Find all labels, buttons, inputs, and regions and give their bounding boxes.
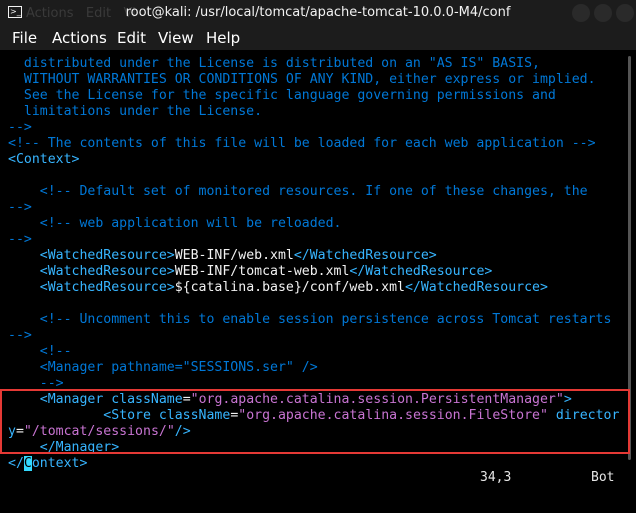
editor-line: --> — [8, 120, 32, 136]
code-token: <WatchedResource> — [8, 280, 175, 295]
code-token: "org.apache.catalina.session.PersistentM… — [190, 392, 564, 407]
code-token: </WatchedResource> — [293, 248, 437, 263]
code-token: <WatchedResource> — [8, 248, 175, 263]
editor-line: <!-- The contents of this file will be l… — [8, 136, 596, 152]
code-token: <WatchedResource> — [8, 264, 175, 279]
scrollbar[interactable] — [626, 52, 634, 464]
minimize-button[interactable] — [572, 4, 590, 22]
code-token: <Store — [8, 408, 159, 423]
editor-line: <WatchedResource>${catalina.base}/conf/w… — [8, 280, 548, 296]
window-title: root@kali: /usr/local/tomcat/apache-tomc… — [125, 5, 511, 20]
window-titlebar: >_ Actions Edit Vi root@kali: /usr/local… — [0, 0, 636, 26]
editor-line: limitations under the License. — [8, 104, 262, 120]
editor-line: --> — [8, 376, 64, 392]
code-token: className — [111, 392, 183, 407]
code-token: director — [547, 408, 620, 423]
code-token: </WatchedResource> — [404, 280, 548, 295]
code-token: "org.apache.catalina.session.FileStore" — [238, 408, 548, 423]
code-token: className — [158, 408, 231, 423]
menu-edit[interactable]: Edit — [117, 29, 146, 47]
code-token: <Manager — [8, 392, 112, 407]
maximize-button[interactable] — [594, 4, 612, 22]
editor-line: </Manager> — [8, 440, 119, 456]
code-token: = — [15, 424, 24, 439]
menu-view[interactable]: View — [158, 29, 194, 47]
editor-line: <!-- — [8, 344, 72, 360]
code-token: = — [182, 392, 191, 407]
editor-line: --> — [8, 328, 32, 344]
code-token: WEB-INF/web.xml — [174, 248, 294, 263]
code-token: <!-- Uncomment this to enable session pe… — [8, 312, 612, 327]
scrollbar-thumb[interactable] — [628, 56, 631, 460]
editor-line: WITHOUT WARRANTIES OR CONDITIONS OF ANY … — [8, 72, 596, 88]
code-token: > — [563, 392, 572, 407]
editor-line: --> — [8, 232, 32, 248]
code-token: --> — [8, 328, 32, 343]
cursor-position: 34,3 — [480, 470, 512, 485]
code-token: --> — [8, 376, 64, 391]
code-token: /> — [174, 424, 191, 439]
editor-line: <!-- Uncomment this to enable session pe… — [8, 312, 612, 328]
code-token: <!-- — [8, 344, 72, 359]
code-token: --> — [8, 120, 32, 135]
code-token: distributed under the License is distrib… — [8, 56, 540, 71]
menu-actions[interactable]: Actions — [52, 29, 107, 47]
menubar: File Actions Edit View Help — [0, 26, 636, 50]
code-token: </WatchedResource> — [349, 264, 493, 279]
editor-line: distributed under the License is distrib… — [8, 56, 540, 72]
editor-line: <WatchedResource>WEB-INF/web.xml</Watche… — [8, 248, 437, 264]
code-token: <!-- The contents of this file will be l… — [8, 136, 596, 151]
editor-line: <!-- Default set of monitored resources.… — [8, 184, 588, 200]
code-token: --> — [8, 232, 32, 247]
code-token: WITHOUT WARRANTIES OR CONDITIONS OF ANY … — [8, 72, 596, 87]
editor-line: <Store className="org.apache.catalina.se… — [8, 408, 619, 424]
code-token: <Manager pathname="SESSIONS.ser" /> — [8, 360, 318, 375]
editor-line: See the License for the specific languag… — [8, 88, 556, 104]
code-token: See the License for the specific languag… — [8, 88, 556, 103]
editor-line: y="/tomcat/sessions/"/> — [8, 424, 191, 440]
editor-line: --> — [8, 200, 32, 216]
editor-line: <Manager pathname="SESSIONS.ser" /> — [8, 360, 318, 376]
code-token: y — [8, 424, 16, 439]
scroll-position: Bot — [591, 470, 615, 485]
close-button[interactable] — [616, 4, 634, 22]
menu-file[interactable]: File — [12, 29, 37, 47]
code-token: "/tomcat/sessions/" — [23, 424, 175, 439]
code-token: <Context> — [8, 152, 80, 167]
code-token: --> — [8, 200, 32, 215]
code-token: <!-- Default set of monitored resources.… — [8, 184, 588, 199]
editor-line: <WatchedResource>WEB-INF/tomcat-web.xml<… — [8, 264, 493, 280]
code-token: <!-- web application will be reloaded. — [8, 216, 342, 231]
vim-editor[interactable]: distributed under the License is distrib… — [0, 52, 624, 471]
code-token: WEB-INF/tomcat-web.xml — [174, 264, 350, 279]
editor-line: <Context> — [8, 152, 79, 168]
editor-line: <Manager className="org.apache.catalina.… — [8, 392, 572, 408]
code-token: limitations under the License. — [8, 104, 263, 119]
vim-status-line: 34,3 Bot — [0, 468, 624, 486]
code-token: ${catalina.base}/conf/web.xml — [174, 280, 405, 295]
code-token: </Manager> — [8, 440, 120, 455]
menu-help[interactable]: Help — [206, 29, 240, 47]
editor-line: <!-- web application will be reloaded. — [8, 216, 342, 232]
